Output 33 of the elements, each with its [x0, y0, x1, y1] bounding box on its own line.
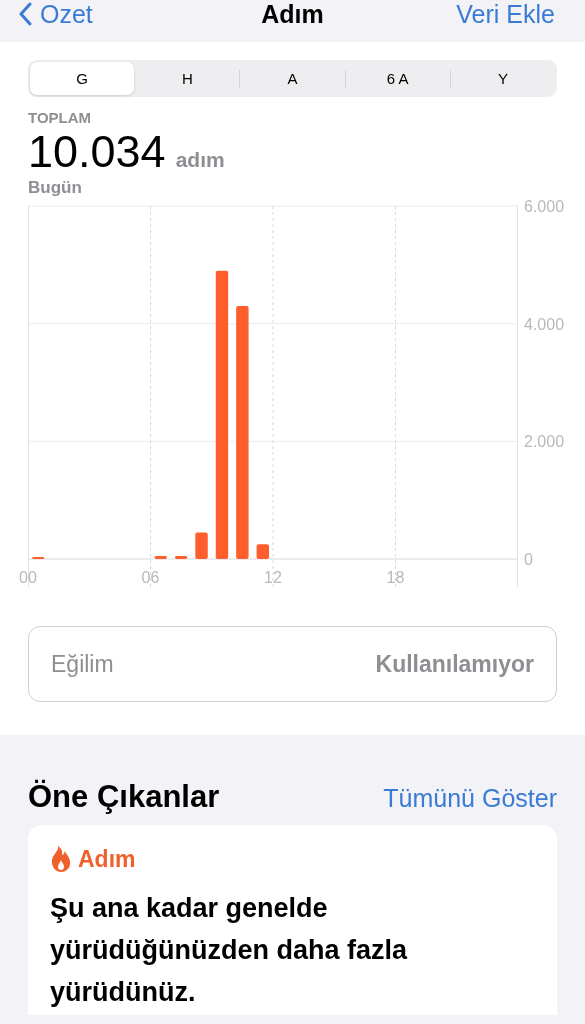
- y-axis-label: 4.000: [524, 315, 565, 333]
- back-link[interactable]: Ozet: [18, 0, 93, 28]
- period-tab[interactable]: 6 A: [345, 62, 450, 95]
- period-tab[interactable]: G: [30, 62, 135, 95]
- y-axis-label: 0: [524, 551, 533, 568]
- trend-value: Kullanılamıyor: [375, 650, 534, 678]
- period-tab[interactable]: A: [240, 62, 345, 95]
- total-label: TOPLAM: [28, 109, 93, 126]
- x-axis-label: 06: [141, 569, 160, 586]
- highlight-text: Şu ana kadar genelde yürüdüğünüzden daha fazla yürüdünüz.: [50, 892, 409, 1009]
- highlight-card[interactable]: Adım Şu ana kadar genelde yürüdüğünüzden daha fazla yürüdünüz.: [28, 825, 557, 1015]
- x-axis-label: 12: [264, 569, 282, 586]
- step-bar: [195, 532, 208, 559]
- add-data-link[interactable]: Veri Ekle: [456, 0, 555, 28]
- show-all-link[interactable]: Tümünü Göster: [383, 784, 557, 813]
- unit-label: adım: [175, 148, 225, 172]
- y-axis-label: 6.000: [524, 198, 565, 215]
- chevron-left-icon: [18, 2, 32, 26]
- step-bar: [174, 556, 188, 559]
- period-tab[interactable]: Y: [450, 62, 555, 95]
- step-total: 10.034: [28, 126, 166, 178]
- flame-icon: [50, 845, 72, 873]
- x-axis-label: 18: [386, 569, 405, 586]
- y-axis-label: 2.000: [524, 433, 565, 451]
- period-tab[interactable]: H: [135, 62, 240, 95]
- step-bar: [256, 544, 269, 559]
- trend-label: Eğilim: [51, 650, 114, 678]
- step-bar: [154, 556, 167, 559]
- category-label: Adım: [78, 845, 136, 873]
- section-title: Öne Çıkanlar: [28, 779, 220, 815]
- period-label: Bugün: [28, 178, 83, 198]
- x-axis-label: 00: [19, 569, 37, 586]
- page-title: Adım: [261, 0, 324, 28]
